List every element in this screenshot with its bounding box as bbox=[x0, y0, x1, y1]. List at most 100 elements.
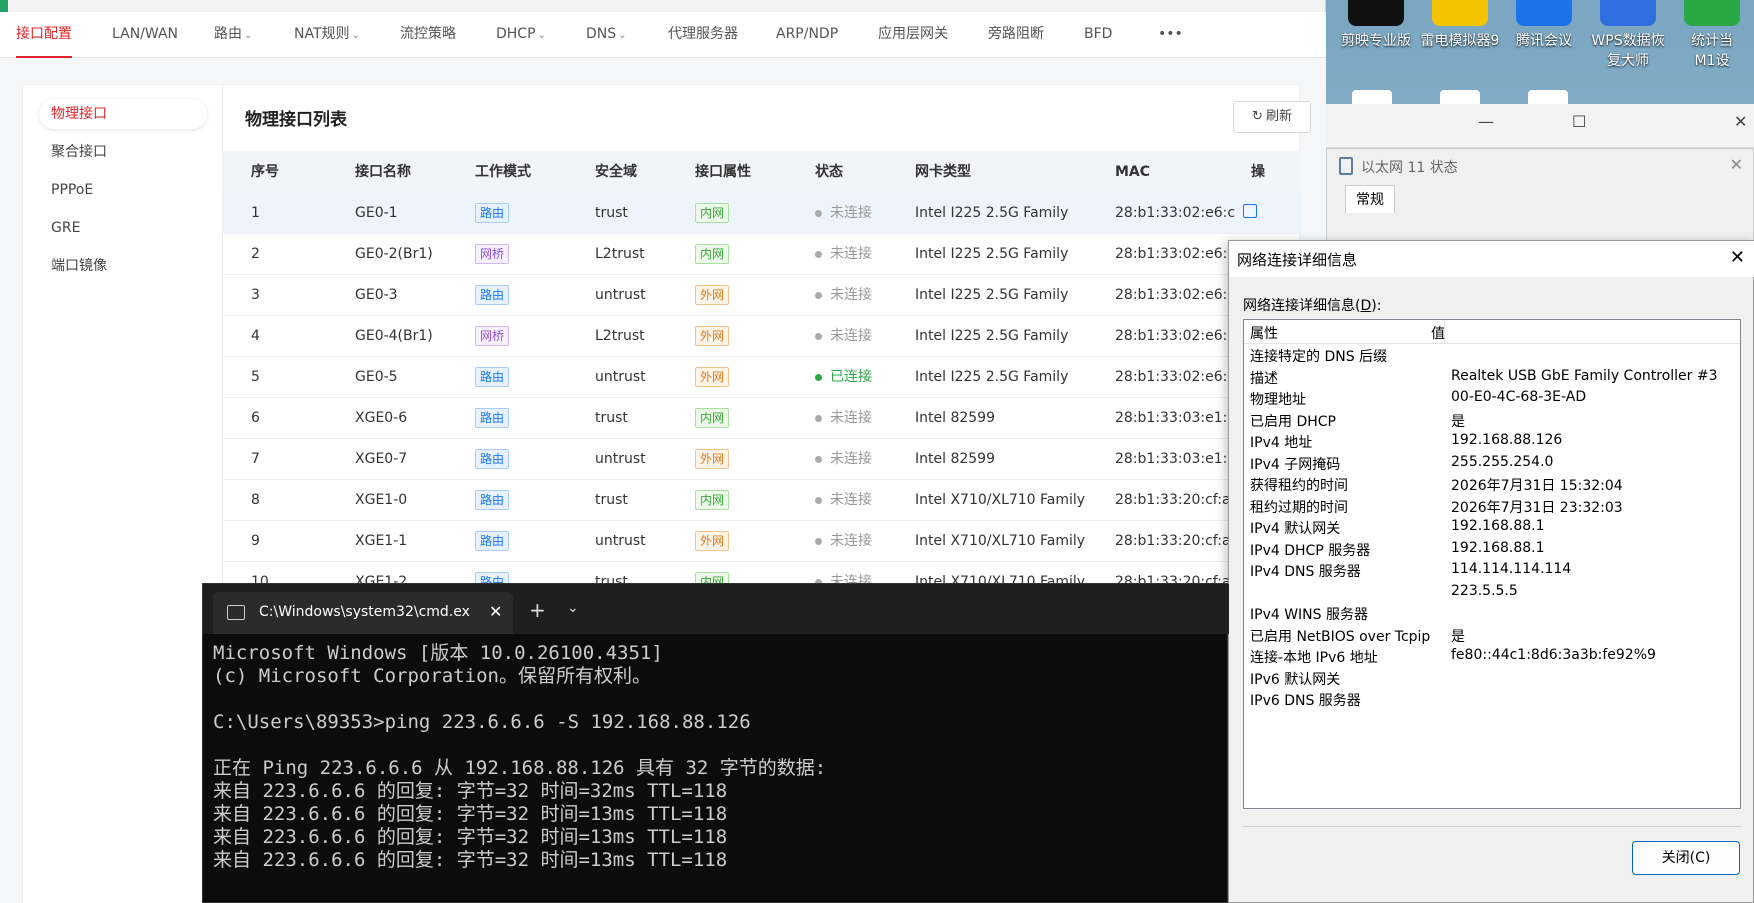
nav-tab[interactable]: DNS ⌄ bbox=[586, 12, 627, 58]
file-icon[interactable] bbox=[1352, 90, 1392, 104]
table-row[interactable]: 9 XGE1-1 路由 untrust 外网 未连接 Intel X710/XL710 Fa… bbox=[223, 521, 1301, 562]
close-icon[interactable]: ✕ bbox=[489, 602, 502, 621]
sidebar-item[interactable]: 物理接口 bbox=[39, 99, 207, 129]
refresh-button[interactable]: ↻ 刷新 bbox=[1233, 101, 1311, 133]
table-row[interactable]: 7 XGE0-7 路由 untrust 外网 未连接 Intel 82599 28:b1:33… bbox=[223, 439, 1301, 480]
nav-tab[interactable]: LAN/WAN bbox=[112, 12, 178, 58]
desktop-icon[interactable]: 雷电模拟器9 bbox=[1414, 0, 1506, 50]
nav-tab-label: NAT规则 bbox=[294, 26, 350, 42]
desktop-icon[interactable]: 剪映专业版 bbox=[1330, 0, 1422, 50]
details-row[interactable]: 物理地址 00-E0-4C-68-3E-AD bbox=[1244, 387, 1740, 411]
table-row[interactable]: 5 GE0-5 路由 untrust 外网 已连接 Intel I225 2.5G Fami… bbox=[223, 357, 1301, 398]
top-nav: 接口配置 LAN/WAN 路由 ⌄ NAT规则 ⌄ 流控策略 DHCP ⌄ DNS ⌄ 代理服务器 AR… bbox=[0, 12, 1326, 58]
details-row[interactable]: 已启用 DHCP 是 bbox=[1244, 409, 1740, 433]
work-mode-cell: 路由 bbox=[475, 439, 510, 479]
details-list[interactable]: 属性 值 连接特定的 DNS 后缀 描述 Realtek USB GbE Famil… bbox=[1243, 319, 1741, 809]
column-header: 接口属性 bbox=[695, 164, 751, 180]
desktop-icon[interactable]: WPS数据恢 复大师 bbox=[1582, 0, 1674, 70]
details-row[interactable]: 描述 Realtek USB GbE Family Controller #3 bbox=[1244, 366, 1740, 390]
nav-tab[interactable]: 流控策略 bbox=[400, 12, 456, 58]
table-row[interactable]: 1 GE0-1 路由 trust 内网 未连接 Intel I225 2.5G Family… bbox=[223, 193, 1301, 234]
interface-name: GE0-2(Br1) bbox=[355, 246, 433, 262]
work-mode-cell: 路由 bbox=[475, 357, 510, 397]
cmd-icon bbox=[227, 605, 245, 620]
edit-icon[interactable] bbox=[1243, 204, 1257, 218]
details-row[interactable]: 223.5.5.5 bbox=[1244, 581, 1740, 605]
desktop-icon[interactable]: 统计当 M1设 bbox=[1666, 0, 1754, 70]
details-row[interactable]: 已启用 NetBIOS over Tcpip 是 bbox=[1244, 624, 1740, 648]
network-details-dialog: 网络连接详细信息 ✕ 网络连接详细信息(D): 属性 值 连接特定的 DNS 后… bbox=[1228, 240, 1754, 903]
close-icon[interactable]: ✕ bbox=[1730, 155, 1743, 174]
nav-tab[interactable]: ARP/NDP bbox=[776, 12, 838, 58]
details-property: 物理地址 bbox=[1250, 392, 1306, 408]
plus-icon[interactable]: + bbox=[529, 598, 546, 622]
interface-attr-badge: 外网 bbox=[695, 449, 730, 469]
sidebar-item[interactable]: GRE bbox=[39, 213, 207, 243]
details-row[interactable]: IPv4 DHCP 服务器 192.168.88.1 bbox=[1244, 538, 1740, 562]
nav-tab[interactable]: ••• bbox=[1158, 12, 1183, 58]
table-row[interactable]: 6 XGE0-6 路由 trust 内网 未连接 Intel 82599 28:b1:33:0… bbox=[223, 398, 1301, 439]
nav-tab[interactable]: DHCP ⌄ bbox=[496, 12, 546, 58]
status-cell: 未连接 bbox=[815, 193, 872, 233]
row-number: 2 bbox=[251, 246, 260, 262]
work-mode-cell: 路由 bbox=[475, 521, 510, 561]
work-mode-badge: 路由 bbox=[475, 449, 510, 469]
desktop-icon[interactable]: 腾讯会议 bbox=[1498, 0, 1590, 50]
maximize-icon[interactable]: ☐ bbox=[1572, 112, 1586, 131]
details-row[interactable]: IPv6 DNS 服务器 bbox=[1244, 688, 1740, 712]
details-row[interactable]: 租约过期的时间 2026年7月31日 23:32:03 bbox=[1244, 495, 1740, 519]
terminal-tabbar: C:\Windows\system32\cmd.ex ✕ + ⌄ bbox=[203, 584, 1229, 634]
close-icon[interactable]: ✕ bbox=[1734, 112, 1747, 131]
interface-attr-badge: 内网 bbox=[695, 408, 730, 428]
details-row[interactable]: IPv4 WINS 服务器 bbox=[1244, 602, 1740, 626]
chevron-down-icon[interactable]: ⌄ bbox=[567, 600, 579, 616]
column-property[interactable]: 属性 bbox=[1250, 323, 1278, 343]
interface-attr-cell: 内网 bbox=[695, 398, 730, 438]
close-button[interactable]: 关闭(C) bbox=[1632, 841, 1740, 875]
details-row[interactable]: 连接-本地 IPv6 地址 fe80::44c1:8d6:3a3b:fe92%9 bbox=[1244, 645, 1740, 669]
status-dot-icon bbox=[815, 455, 822, 463]
interface-attr-badge: 外网 bbox=[695, 285, 730, 305]
nav-tab[interactable]: NAT规则 ⌄ bbox=[294, 12, 360, 58]
file-icon[interactable] bbox=[1528, 90, 1568, 104]
terminal-output[interactable]: Microsoft Windows [版本 10.0.26100.4351] (c… bbox=[213, 642, 1213, 872]
table-row[interactable]: 4 GE0-4(Br1) 网桥 L2trust 外网 未连接 Intel I225 2.5G… bbox=[223, 316, 1301, 357]
details-row[interactable]: 连接特定的 DNS 后缀 bbox=[1244, 344, 1740, 368]
status-text: 未连接 bbox=[830, 451, 872, 467]
row-number: 3 bbox=[251, 287, 260, 303]
file-icon[interactable] bbox=[1440, 90, 1480, 104]
details-row[interactable]: 获得租约的时间 2026年7月31日 15:32:04 bbox=[1244, 473, 1740, 497]
sidebar-item[interactable]: PPPoE bbox=[39, 175, 207, 205]
minimize-icon[interactable]: — bbox=[1478, 112, 1494, 131]
details-row[interactable]: IPv4 地址 192.168.88.126 bbox=[1244, 430, 1740, 454]
terminal-tab[interactable]: C:\Windows\system32\cmd.ex ✕ bbox=[213, 592, 513, 634]
details-row[interactable]: IPv6 默认网关 bbox=[1244, 667, 1740, 691]
table-row[interactable]: 8 XGE1-0 路由 trust 内网 未连接 Intel X710/XL710 Fami… bbox=[223, 480, 1301, 521]
security-zone: trust bbox=[595, 492, 628, 508]
sidebar-item[interactable]: 端口镜像 bbox=[39, 251, 207, 281]
window-controls-strip: — ☐ ✕ bbox=[1326, 104, 1754, 148]
interface-name: GE0-4(Br1) bbox=[355, 328, 433, 344]
nav-tab[interactable]: 接口配置 bbox=[16, 12, 72, 58]
nav-tab[interactable]: 路由 ⌄ bbox=[214, 12, 252, 58]
sidebar-item[interactable]: 聚合接口 bbox=[39, 137, 207, 167]
details-row[interactable]: IPv4 子网掩码 255.255.254.0 bbox=[1244, 452, 1740, 476]
close-icon[interactable]: ✕ bbox=[1730, 247, 1745, 268]
table-row[interactable]: 2 GE0-2(Br1) 网桥 L2trust 内网 未连接 Intel I225 2.5G… bbox=[223, 234, 1301, 275]
mac-address: 28:b1:33:02:e6:e bbox=[1115, 369, 1236, 385]
table-row[interactable]: 3 GE0-3 路由 untrust 外网 未连接 Intel I225 2.5G Fami… bbox=[223, 275, 1301, 316]
nav-tab[interactable]: 旁路阻断 bbox=[988, 12, 1044, 58]
status-text: 未连接 bbox=[830, 533, 872, 549]
nav-tab[interactable]: 代理服务器 bbox=[668, 12, 738, 58]
column-value[interactable]: 值 bbox=[1431, 323, 1445, 343]
status-cell: 未连接 bbox=[815, 275, 872, 315]
details-row[interactable]: IPv4 DNS 服务器 114.114.114.114 bbox=[1244, 559, 1740, 583]
nav-tab[interactable]: 应用层网关 bbox=[878, 12, 948, 58]
interface-name: XGE1-1 bbox=[355, 533, 408, 549]
nav-tab[interactable]: BFD bbox=[1084, 12, 1112, 58]
nav-tab-label: ARP/NDP bbox=[776, 26, 839, 42]
tab-general[interactable]: 常规 bbox=[1345, 185, 1395, 213]
details-property: 租约过期的时间 bbox=[1250, 499, 1348, 516]
details-property: IPv4 默认网关 bbox=[1250, 521, 1341, 537]
details-row[interactable]: IPv4 默认网关 192.168.88.1 bbox=[1244, 516, 1740, 540]
